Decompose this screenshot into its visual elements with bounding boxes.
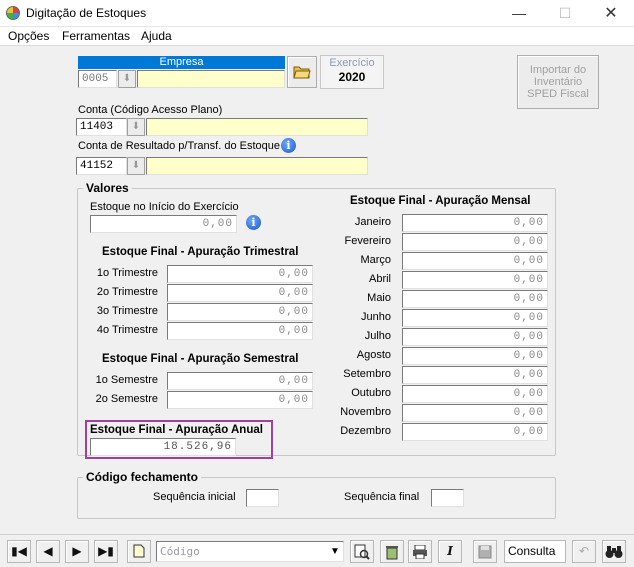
new-document-icon[interactable] xyxy=(127,540,151,563)
mes-10-label: Outubro xyxy=(351,387,391,399)
mes-5-field[interactable]: 0,00 xyxy=(402,290,548,308)
trimestre-4-field[interactable]: 0,00 xyxy=(167,322,313,340)
menu-ajuda[interactable]: Ajuda xyxy=(141,29,172,43)
semestre-2-label: 2o Semestre xyxy=(95,393,158,405)
seq-inicial-field[interactable] xyxy=(246,489,279,507)
semestre-1-label: 1o Semestre xyxy=(95,374,158,386)
window-title: Digitação de Estoques xyxy=(26,6,147,20)
mes-4-field[interactable]: 0,00 xyxy=(402,271,548,289)
mes-7-field[interactable]: 0,00 xyxy=(402,328,548,346)
folder-icon xyxy=(293,66,311,79)
conta-resultado-code-field[interactable]: 41152 xyxy=(76,157,127,175)
maximize-button[interactable]: ☐ xyxy=(542,0,588,27)
conta-label: Conta (Código Acesso Plano) xyxy=(78,104,223,116)
conta-name-field[interactable] xyxy=(146,118,368,136)
import-sped-button[interactable]: Importar do Inventário SPED Fiscal xyxy=(517,55,599,109)
mes-4-label: Abril xyxy=(368,273,391,285)
trimestre-2-field[interactable]: 0,00 xyxy=(167,284,313,302)
mes-9-field[interactable]: 0,00 xyxy=(402,366,548,384)
mes-8-label: Agosto xyxy=(356,349,391,361)
app-icon xyxy=(6,6,20,20)
mes-6-label: Junho xyxy=(361,311,391,323)
bottom-toolbar: ▮◀ ◀ ▶ ▶▮ Código ▼ I Consulta ↶ xyxy=(0,534,634,566)
mes-2-field[interactable]: 0,00 xyxy=(402,233,548,251)
mes-1-label: Janeiro xyxy=(354,216,391,228)
empresa-name-field[interactable] xyxy=(137,70,285,88)
menu-bar: Opções Ferramentas Ajuda xyxy=(0,27,634,46)
code-combo[interactable]: Código xyxy=(156,541,344,562)
mes-11-field[interactable]: 0,00 xyxy=(402,404,548,422)
exercicio-year: 2020 xyxy=(338,70,366,84)
search-grid-icon[interactable] xyxy=(350,540,374,563)
conta-lookup-button[interactable]: ⬇ xyxy=(127,118,145,136)
info-icon[interactable]: i xyxy=(281,138,296,153)
semestre-2-field[interactable]: 0,00 xyxy=(167,391,313,409)
mes-10-field[interactable]: 0,00 xyxy=(402,385,548,403)
semestral-title: Estoque Final - Apuração Semestral xyxy=(102,353,299,365)
mes-11-label: Novembro xyxy=(340,406,391,418)
conta-resultado-label: Conta de Resultado p/Transf. do Estoque xyxy=(78,140,280,152)
info-icon[interactable]: i xyxy=(246,215,261,230)
exercicio-label: Exercício xyxy=(329,57,375,69)
save-icon[interactable] xyxy=(473,540,497,563)
seq-final-field[interactable] xyxy=(431,489,464,507)
menu-ferramentas[interactable]: Ferramentas xyxy=(62,29,130,43)
close-button[interactable]: ✕ xyxy=(588,0,634,27)
next-record-icon[interactable]: ▶ xyxy=(65,540,89,563)
undo-icon[interactable]: ↶ xyxy=(572,540,596,563)
estoque-inicio-field[interactable]: 0,00 xyxy=(90,215,237,233)
trimestre-3-field[interactable]: 0,00 xyxy=(167,303,313,321)
anual-value-field[interactable]: 18.526,96 xyxy=(90,438,236,456)
exercicio-box: Exercício 2020 xyxy=(320,55,384,89)
previous-record-icon[interactable]: ◀ xyxy=(36,540,60,563)
mes-3-label: Março xyxy=(360,254,391,266)
mode-indicator: Consulta xyxy=(504,540,566,563)
seq-final-label: Sequência final xyxy=(344,491,420,503)
semestre-1-field[interactable]: 0,00 xyxy=(167,372,313,390)
estoque-inicio-label: Estoque no Início do Exercício xyxy=(90,201,239,213)
trimestre-2-label: 2o Trimestre xyxy=(96,286,158,298)
trimestre-1-field[interactable]: 0,00 xyxy=(167,265,313,283)
trash-icon[interactable] xyxy=(380,540,404,563)
first-record-icon[interactable]: ▮◀ xyxy=(7,540,31,563)
open-folder-button[interactable] xyxy=(287,56,317,88)
valores-title: Valores xyxy=(83,181,132,195)
empresa-header: Empresa xyxy=(78,56,285,69)
mes-1-field[interactable]: 0,00 xyxy=(402,214,548,232)
seq-inicial-label: Sequência inicial xyxy=(153,491,236,503)
mes-6-field[interactable]: 0,00 xyxy=(402,309,548,327)
empresa-code-field[interactable]: 0005 xyxy=(78,70,117,88)
minimize-button[interactable]: — xyxy=(496,0,542,27)
mes-9-label: Setembro xyxy=(343,368,391,380)
title-bar: Digitação de Estoques — ☐ ✕ xyxy=(0,0,634,27)
trimestral-title: Estoque Final - Apuração Trimestral xyxy=(102,246,299,258)
trimestre-3-label: 3o Trimestre xyxy=(96,305,158,317)
trimestre-4-label: 4o Trimestre xyxy=(96,324,158,336)
mes-7-label: Julho xyxy=(364,330,391,342)
conta-resultado-lookup-button[interactable]: ⬇ xyxy=(127,157,145,175)
fechamento-title: Código fechamento xyxy=(83,470,202,484)
anual-title: Estoque Final - Apuração Anual xyxy=(90,424,263,436)
chevron-down-icon[interactable]: ▼ xyxy=(328,543,342,560)
printer-icon[interactable] xyxy=(408,540,432,563)
mes-2-label: Fevereiro xyxy=(344,235,391,247)
menu-opcoes[interactable]: Opções xyxy=(8,29,49,43)
mes-5-label: Maio xyxy=(367,292,391,304)
trimestre-1-label: 1o Trimestre xyxy=(96,267,158,279)
binoculars-icon[interactable] xyxy=(602,540,626,563)
mes-12-field[interactable]: 0,00 xyxy=(402,423,548,441)
mes-8-field[interactable]: 0,00 xyxy=(402,347,548,365)
last-record-icon[interactable]: ▶▮ xyxy=(94,540,118,563)
mes-3-field[interactable]: 0,00 xyxy=(402,252,548,270)
mensal-title: Estoque Final - Apuração Mensal xyxy=(350,195,531,207)
empresa-lookup-button[interactable]: ⬇ xyxy=(118,70,136,88)
conta-code-field[interactable]: 11403 xyxy=(76,118,127,136)
italic-icon[interactable]: I xyxy=(438,540,462,563)
mes-12-label: Dezembro xyxy=(340,425,391,437)
conta-resultado-name-field[interactable] xyxy=(146,157,368,175)
